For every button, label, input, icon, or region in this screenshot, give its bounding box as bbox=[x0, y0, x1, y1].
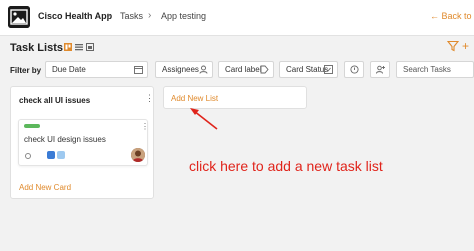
annotation-text: click here to add a new task list bbox=[189, 158, 383, 174]
annotation-arrow-icon bbox=[190, 108, 218, 130]
